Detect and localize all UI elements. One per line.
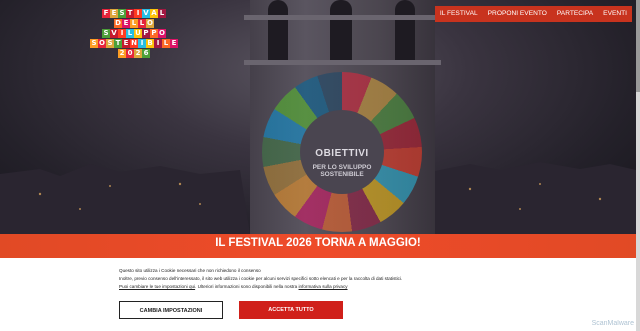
privacy-policy-link[interactable]: informativa sulla privacy (299, 284, 348, 289)
logo-letter: E (170, 39, 178, 48)
logo-letter: O (146, 19, 154, 28)
logo-letter: S (118, 9, 126, 18)
logo-letter: E (122, 39, 130, 48)
logo-letter: L (158, 9, 166, 18)
logo-letter: A (150, 9, 158, 18)
logo-letter: V (110, 29, 118, 38)
projection-subtitle: PER LO SVILUPPO SOSTENIBILE (312, 164, 372, 178)
logo-letter: T (126, 9, 134, 18)
logo-letter: L (162, 39, 170, 48)
logo-letter: 2 (118, 49, 126, 58)
cookie-line-3-text: . Ulteriori informazioni sono disponibil… (195, 284, 299, 289)
nav-item-partecipa[interactable]: PARTECIPA (552, 6, 598, 22)
logo-letter: I (154, 39, 162, 48)
tower-window (330, 0, 352, 60)
logo-letter: B (146, 39, 154, 48)
logo-letter: E (110, 9, 118, 18)
logo-letter: 2 (134, 49, 142, 58)
logo-letter: U (134, 29, 142, 38)
watermark: ScanMalware (591, 320, 634, 327)
logo-letter: S (102, 29, 110, 38)
main-nav: IL FESTIVAL PROPONI EVENTO PARTECIPA EVE… (434, 6, 632, 22)
logo-letter: 6 (142, 49, 150, 58)
logo-letter: S (106, 39, 114, 48)
logo-letter: F (102, 9, 110, 18)
logo-letter: V (142, 9, 150, 18)
tower-ledge (244, 60, 441, 65)
tower-window (395, 0, 415, 60)
logo-letter: L (138, 19, 146, 28)
announcement-banner: IL FESTIVAL 2026 TORNA A MAGGIO! (0, 234, 636, 258)
festival-logo[interactable]: FESTIVALDELLOSVILUPPOSOSTENIBILE2026 (86, 9, 182, 59)
logo-letter: L (130, 19, 138, 28)
banner-text: IL FESTIVAL 2026 TORNA A MAGGIO! (215, 237, 421, 249)
logo-letter: S (90, 39, 98, 48)
accept-all-button[interactable]: ACCETTA TUTTO (239, 301, 343, 319)
logo-row: SVILUPPO (86, 29, 182, 38)
nav-item-eventi[interactable]: EVENTI (598, 6, 632, 22)
logo-letter: N (130, 39, 138, 48)
cookie-line-3: Puoi cambiare le tue impostazioni qui. U… (119, 284, 348, 289)
logo-letter: O (98, 39, 106, 48)
tower-window (268, 0, 288, 60)
logo-row: SOSTENIBILE (86, 39, 182, 48)
logo-letter: O (158, 29, 166, 38)
logo-letter: P (150, 29, 158, 38)
cookie-line-1: Questo sito utilizza i Cookie necessari … (119, 268, 261, 273)
logo-letter: L (126, 29, 134, 38)
logo-letter: P (142, 29, 150, 38)
logo-row: FESTIVAL (86, 9, 182, 18)
logo-letter: E (122, 19, 130, 28)
tower-ledge (244, 15, 441, 20)
cookie-settings-link[interactable]: Puoi cambiare le tue impostazioni qui (119, 284, 195, 289)
logo-letter: I (118, 29, 126, 38)
logo-letter: I (134, 9, 142, 18)
scrollbar-thumb[interactable] (636, 0, 640, 92)
cookie-banner (0, 258, 636, 331)
projection-title: OBIETTIVI (315, 148, 369, 159)
logo-letter: D (114, 19, 122, 28)
nav-item-il-festival[interactable]: IL FESTIVAL (435, 6, 483, 22)
cookie-line-2: Inoltre, previo consenso dell'interessat… (119, 276, 403, 281)
logo-letter: I (138, 39, 146, 48)
nav-item-proponi-evento[interactable]: PROPONI EVENTO (483, 6, 552, 22)
change-settings-button[interactable]: CAMBIA IMPOSTAZIONI (119, 301, 223, 319)
logo-row: 2026 (86, 49, 182, 58)
logo-row: DELLO (86, 19, 182, 28)
scrollbar[interactable] (636, 0, 640, 331)
logo-letter: 0 (126, 49, 134, 58)
logo-letter: T (114, 39, 122, 48)
